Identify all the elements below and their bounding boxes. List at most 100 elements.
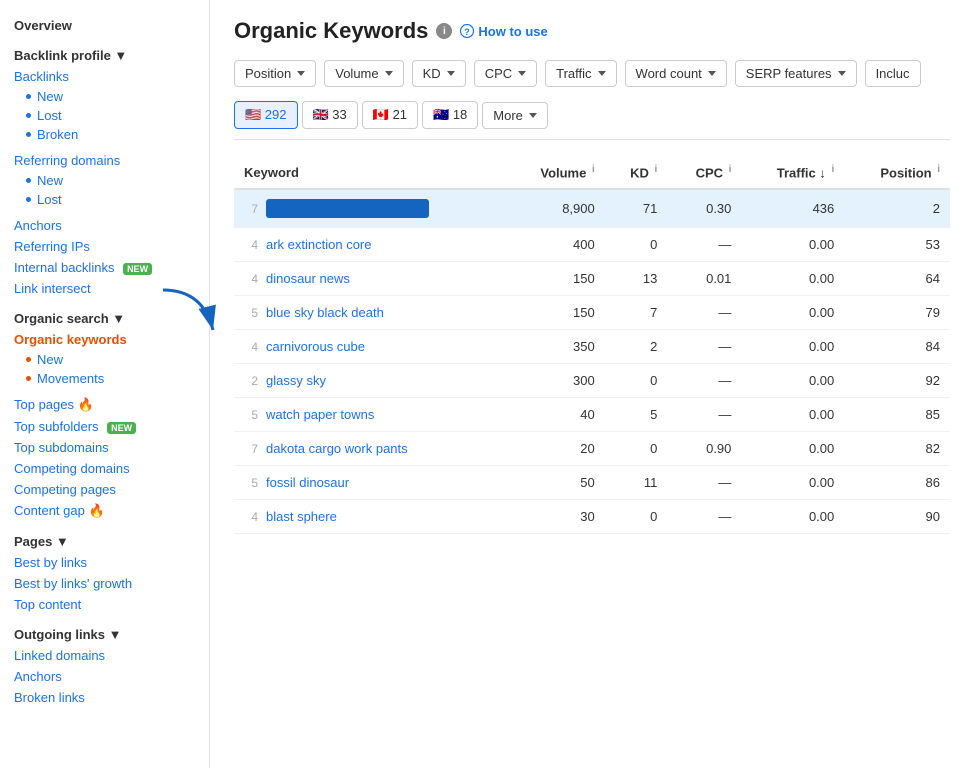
sidebar-new-organic-link[interactable]: New	[37, 352, 63, 367]
more-countries-button[interactable]: More	[482, 102, 548, 129]
sidebar-new-referring-link[interactable]: New	[37, 173, 63, 188]
volume-cell: 350	[506, 330, 605, 364]
sidebar-item-organic-keywords[interactable]: Organic keywords	[0, 329, 209, 350]
sidebar-item-referring-ips[interactable]: Referring IPs	[0, 236, 209, 257]
traffic-cell: 436	[741, 189, 844, 228]
table-row: 5watch paper towns405—0.0085	[234, 398, 950, 432]
cpc-cell: —	[667, 466, 741, 500]
new-badge: NEW	[107, 422, 136, 434]
sidebar-item-new-referring[interactable]: New	[0, 171, 209, 190]
filter-word-count[interactable]: Word count	[625, 60, 727, 87]
sidebar-pages[interactable]: Pages ▼	[0, 528, 209, 552]
sidebar-item-lost-referring[interactable]: Lost	[0, 190, 209, 209]
table-row: 2glassy sky3000—0.0092	[234, 364, 950, 398]
sidebar-lost-backlinks-link[interactable]: Lost	[37, 108, 62, 123]
sidebar-item-internal-backlinks[interactable]: Internal backlinks NEW	[0, 257, 209, 278]
sidebar-item-movements[interactable]: Movements	[0, 369, 209, 388]
info-icon[interactable]: i	[655, 164, 658, 175]
sidebar-lost-referring-link[interactable]: Lost	[37, 192, 62, 207]
sidebar-item-linked-domains[interactable]: Linked domains	[0, 645, 209, 666]
sidebar-item-best-by-links-growth[interactable]: Best by links' growth	[0, 573, 209, 594]
sidebar-item-top-content[interactable]: Top content	[0, 594, 209, 615]
info-icon[interactable]: i	[729, 164, 732, 175]
keyword-cell[interactable]: 4dinosaur news	[234, 262, 506, 296]
col-header-traffic: Traffic ↓ i	[741, 156, 844, 189]
filter-cpc[interactable]: CPC	[474, 60, 537, 87]
info-icon[interactable]: i	[937, 164, 940, 175]
sidebar-new-backlinks-link[interactable]: New	[37, 89, 63, 104]
sidebar-item-top-subdomains[interactable]: Top subdomains	[0, 437, 209, 458]
sidebar-overview[interactable]: Overview	[0, 12, 209, 36]
sidebar-item-content-gap[interactable]: Content gap 🔥	[0, 500, 209, 522]
cpc-cell: —	[667, 398, 741, 432]
table-row: 7 8,900710.304362	[234, 189, 950, 228]
sidebar-item-outgoing-anchors[interactable]: Anchors	[0, 666, 209, 687]
sidebar-item-backlinks[interactable]: Backlinks	[0, 66, 209, 87]
sidebar-item-broken-links[interactable]: Broken links	[0, 687, 209, 708]
flag-tab-au[interactable]: 🇦🇺 18	[422, 101, 478, 129]
sidebar-item-lost-backlinks[interactable]: Lost	[0, 106, 209, 125]
sidebar-backlink-profile[interactable]: Backlink profile ▼	[0, 42, 209, 66]
keyword-cell[interactable]: 5fossil dinosaur	[234, 466, 506, 500]
cpc-cell: —	[667, 500, 741, 534]
keyword-cell[interactable]: 4blast sphere	[234, 500, 506, 534]
cpc-cell: —	[667, 296, 741, 330]
sidebar-item-competing-pages[interactable]: Competing pages	[0, 479, 209, 500]
filter-bar: Position Volume KD CPC Traffic Word coun…	[234, 60, 950, 87]
table-body: 7 8,900710.3043624ark extinction core400…	[234, 189, 950, 534]
info-icon[interactable]: i	[592, 164, 595, 175]
keyword-cell[interactable]: 5watch paper towns	[234, 398, 506, 432]
sidebar-organic-search[interactable]: Organic search ▼	[0, 305, 209, 329]
new-badge: NEW	[123, 263, 152, 275]
traffic-cell: 0.00	[741, 500, 844, 534]
sidebar-item-broken-backlinks[interactable]: Broken	[0, 125, 209, 144]
filter-kd[interactable]: KD	[412, 60, 466, 87]
filter-position[interactable]: Position	[234, 60, 316, 87]
filter-incluc[interactable]: Incluc	[865, 60, 921, 87]
sidebar-item-new-organic[interactable]: New	[0, 350, 209, 369]
sidebar-outgoing-links[interactable]: Outgoing links ▼	[0, 621, 209, 645]
keyword-cell[interactable]: 7	[234, 189, 506, 228]
title-info-icon[interactable]: i	[436, 23, 452, 39]
keyword-cell[interactable]: 4ark extinction core	[234, 228, 506, 262]
keyword-cell[interactable]: 7dakota cargo work pants	[234, 432, 506, 466]
cpc-cell: 0.01	[667, 262, 741, 296]
keyword-cell[interactable]: 2glassy sky	[234, 364, 506, 398]
chevron-down-icon	[385, 71, 393, 76]
col-header-keyword: Keyword	[234, 156, 506, 189]
question-icon: ?	[460, 24, 474, 38]
info-icon[interactable]: i	[831, 164, 834, 175]
more-label: More	[493, 108, 523, 123]
sidebar-item-new-backlinks[interactable]: New	[0, 87, 209, 106]
sidebar: Overview Backlink profile ▼ Backlinks Ne…	[0, 0, 210, 768]
sidebar-item-anchors[interactable]: Anchors	[0, 215, 209, 236]
sidebar-item-top-pages[interactable]: Top pages 🔥	[0, 394, 209, 416]
position-cell: 64	[844, 262, 950, 296]
sidebar-item-competing-domains[interactable]: Competing domains	[0, 458, 209, 479]
traffic-cell: 0.00	[741, 228, 844, 262]
flag-tab-us[interactable]: 🇺🇸 292	[234, 101, 298, 129]
table-row: 5blue sky black death1507—0.0079	[234, 296, 950, 330]
volume-cell: 150	[506, 262, 605, 296]
sidebar-item-referring-domains[interactable]: Referring domains	[0, 150, 209, 171]
volume-cell: 50	[506, 466, 605, 500]
how-to-use-link[interactable]: ? How to use	[460, 24, 547, 39]
chevron-down-icon	[518, 71, 526, 76]
sidebar-item-best-by-links[interactable]: Best by links	[0, 552, 209, 573]
filter-serp-features[interactable]: SERP features	[735, 60, 857, 87]
sidebar-item-link-intersect[interactable]: Link intersect	[0, 278, 209, 299]
keyword-cell[interactable]: 4carnivorous cube	[234, 330, 506, 364]
flag-tab-ca[interactable]: 🇨🇦 21	[362, 101, 418, 129]
sidebar-item-top-subfolders[interactable]: Top subfolders NEW	[0, 416, 209, 437]
flag-tab-gb[interactable]: 🇬🇧 33	[302, 101, 358, 129]
bullet-dot-orange	[26, 357, 31, 362]
col-header-volume: Volume i	[506, 156, 605, 189]
traffic-cell: 0.00	[741, 432, 844, 466]
sidebar-movements-link[interactable]: Movements	[37, 371, 104, 386]
keyword-cell[interactable]: 5blue sky black death	[234, 296, 506, 330]
filter-traffic[interactable]: Traffic	[545, 60, 616, 87]
flag-tabs: 🇺🇸 292 🇬🇧 33 🇨🇦 21 🇦🇺 18 More	[234, 101, 950, 140]
sidebar-broken-backlinks-link[interactable]: Broken	[37, 127, 78, 142]
filter-volume[interactable]: Volume	[324, 60, 403, 87]
traffic-cell: 0.00	[741, 296, 844, 330]
